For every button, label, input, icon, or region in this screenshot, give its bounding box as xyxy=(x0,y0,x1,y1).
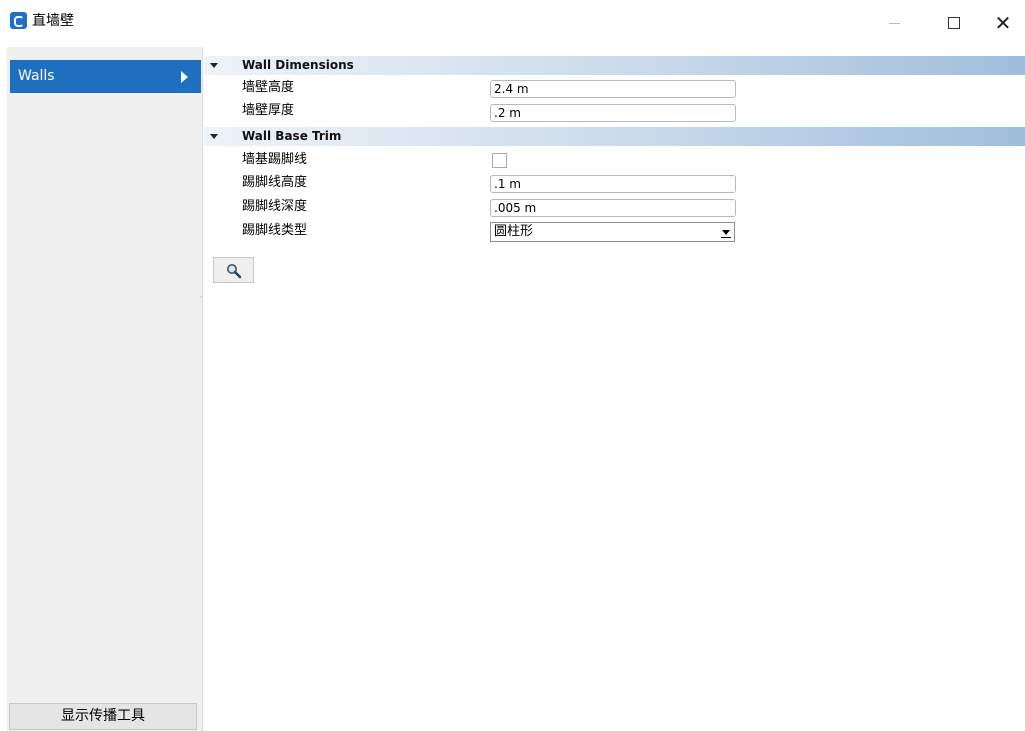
window-title: 直墙壁 xyxy=(32,13,74,29)
sidebar-item-label: Walls xyxy=(18,68,55,84)
collapse-arrow-icon[interactable] xyxy=(210,63,218,68)
section-title: Wall Dimensions xyxy=(242,58,354,72)
trim-height-field[interactable]: .1 m xyxy=(490,175,736,193)
wall-height-field[interactable]: 2.4 m xyxy=(490,80,736,98)
section-title: Wall Base Trim xyxy=(242,129,342,143)
maximize-icon xyxy=(948,17,960,29)
wall-thickness-label: 墙壁厚度 xyxy=(242,103,295,118)
chevron-right-icon xyxy=(181,71,188,83)
collapse-arrow-icon[interactable] xyxy=(210,134,218,139)
show-propagation-tools-button[interactable]: 显示传播工具 xyxy=(9,703,197,730)
sidebar: Walls 显示传播工具 xyxy=(7,47,203,731)
trim-depth-field[interactable]: .005 m xyxy=(490,199,736,217)
section-header-wall-base-trim[interactable]: Wall Base Trim xyxy=(204,127,1025,146)
sidebar-item-walls[interactable]: Walls xyxy=(10,60,201,93)
close-button[interactable]: ✕ xyxy=(983,8,1023,38)
section-header-wall-dimensions[interactable]: Wall Dimensions xyxy=(204,56,1025,75)
splitter-mark xyxy=(200,296,202,298)
app-icon xyxy=(10,12,27,29)
maximize-button[interactable] xyxy=(934,8,974,38)
wall-height-label: 墙壁高度 xyxy=(242,80,295,95)
trim-type-select[interactable]: 圆柱形 xyxy=(490,222,735,242)
trim-depth-label: 踢脚线深度 xyxy=(242,199,308,214)
search-button[interactable] xyxy=(213,257,254,283)
close-icon: ✕ xyxy=(994,11,1012,35)
chevron-down-icon xyxy=(721,230,731,238)
search-icon xyxy=(227,264,242,279)
wall-thickness-field[interactable]: .2 m xyxy=(490,104,736,122)
trim-type-label: 踢脚线类型 xyxy=(242,223,308,238)
selected-value: 圆柱形 xyxy=(494,224,534,239)
trim-height-label: 踢脚线高度 xyxy=(242,175,308,190)
title-bar: 直墙壁 ✕ xyxy=(0,0,1025,46)
base-trim-checkbox[interactable] xyxy=(492,153,507,168)
minimize-button[interactable] xyxy=(874,8,914,38)
minimize-icon xyxy=(888,22,900,24)
base-trim-label: 墙基踢脚线 xyxy=(242,152,308,167)
